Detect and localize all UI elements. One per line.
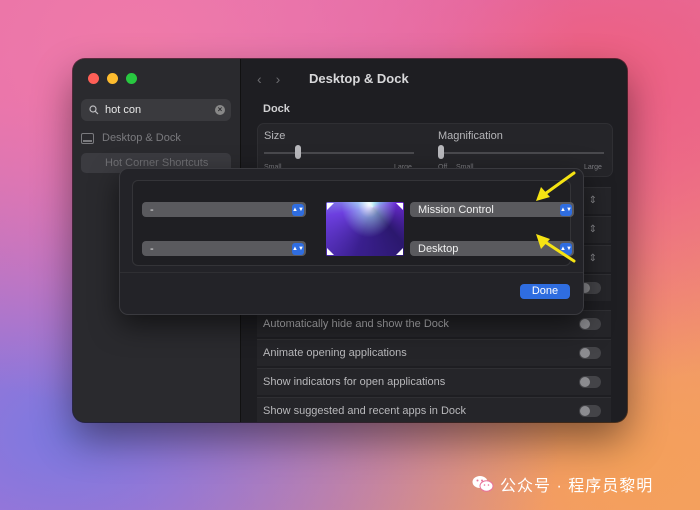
search-input[interactable]: hot con bbox=[105, 104, 215, 116]
sheet-divider bbox=[120, 272, 583, 273]
bottom-right-corner-marker bbox=[396, 248, 403, 255]
done-button[interactable]: Done bbox=[520, 284, 570, 299]
size-label: Size bbox=[264, 130, 286, 142]
size-slider-knob[interactable] bbox=[295, 145, 301, 159]
magnification-slider-track[interactable] bbox=[438, 152, 604, 154]
dock-setting-row: Show indicators for open applications bbox=[257, 368, 611, 395]
search-icon bbox=[89, 105, 99, 115]
hot-corners-panel: - ▲▼ - ▲▼ Mission Control ▲▼ Desktop ▲▼ bbox=[132, 180, 574, 266]
top-right-corner-marker bbox=[396, 203, 403, 210]
clear-search-icon[interactable]: × bbox=[215, 105, 225, 115]
toggle-switch[interactable] bbox=[579, 405, 601, 417]
magnification-slider-knob[interactable] bbox=[438, 145, 444, 159]
search-field[interactable]: hot con × bbox=[81, 99, 231, 121]
watermark: 公众号 · 程序员黎明 bbox=[472, 472, 653, 496]
popup-value: - bbox=[150, 242, 154, 255]
toggle-switch[interactable] bbox=[579, 347, 601, 359]
sidebar-item-label: Desktop & Dock bbox=[102, 132, 181, 144]
close-button[interactable] bbox=[88, 73, 99, 84]
size-slider-track[interactable] bbox=[264, 152, 414, 154]
magnification-label: Magnification bbox=[438, 130, 503, 142]
arrow-annotation-icon bbox=[536, 234, 576, 263]
zoom-button[interactable] bbox=[126, 73, 137, 84]
window-controls bbox=[88, 73, 137, 84]
hot-corners-sheet: - ▲▼ - ▲▼ Mission Control ▲▼ Desktop ▲▼ … bbox=[119, 168, 584, 315]
bottom-left-corner-popup[interactable]: - ▲▼ bbox=[142, 241, 306, 256]
back-chevron-icon[interactable]: ‹ bbox=[257, 71, 262, 87]
dock-setting-row: Animate opening applications bbox=[257, 339, 611, 366]
popup-value: - bbox=[150, 203, 154, 216]
toggle-switch[interactable] bbox=[579, 318, 601, 330]
setting-label: Animate opening applications bbox=[263, 347, 407, 359]
navigation: ‹ › bbox=[257, 71, 280, 87]
arrow-annotation-icon bbox=[536, 171, 576, 201]
setting-label: Automatically hide and show the Dock bbox=[263, 318, 449, 330]
desktop-preview-image bbox=[326, 202, 404, 256]
magnification-large-label: Large bbox=[584, 164, 602, 171]
bottom-left-corner-marker bbox=[327, 248, 334, 255]
top-left-corner-marker bbox=[327, 203, 334, 210]
popup-chevron-icon[interactable]: ⇕ bbox=[589, 224, 597, 235]
forward-chevron-icon[interactable]: › bbox=[276, 71, 281, 87]
setting-label: Show suggested and recent apps in Dock bbox=[263, 405, 467, 417]
wechat-icon bbox=[472, 476, 494, 492]
minimize-button[interactable] bbox=[107, 73, 118, 84]
watermark-text: 公众号 · 程序员黎明 bbox=[500, 478, 654, 495]
popup-chevron-icon: ▲▼ bbox=[292, 242, 304, 255]
top-left-corner-popup[interactable]: - ▲▼ bbox=[142, 202, 306, 217]
toggle-switch[interactable] bbox=[579, 376, 601, 388]
dock-setting-row: Show suggested and recent apps in Dock bbox=[257, 397, 611, 422]
setting-label: Show indicators for open applications bbox=[263, 376, 446, 388]
page-title: Desktop & Dock bbox=[309, 71, 409, 86]
dock-section-label: Dock bbox=[263, 103, 290, 115]
sidebar-item-desktop-dock[interactable]: Desktop & Dock bbox=[81, 132, 181, 144]
popup-chevron-icon: ▲▼ bbox=[292, 203, 304, 216]
popup-chevron-icon[interactable]: ⇕ bbox=[589, 195, 597, 206]
dock-icon bbox=[81, 132, 94, 144]
popup-chevron-icon[interactable]: ⇕ bbox=[589, 253, 597, 264]
